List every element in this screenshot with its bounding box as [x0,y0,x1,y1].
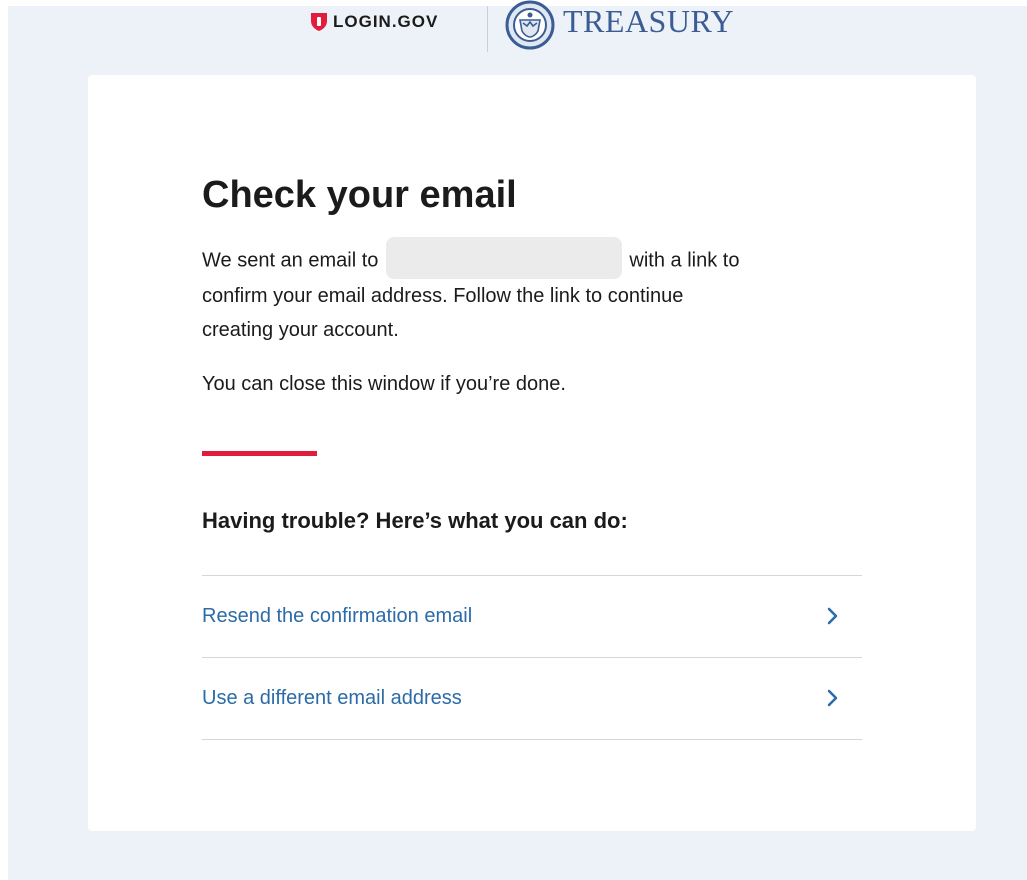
treasury-seal-icon [505,0,555,50]
accent-divider [202,451,317,456]
chevron-right-icon [826,688,840,708]
chevron-right-icon [826,606,840,626]
redacted-email [386,237,623,279]
intro-suffix: with a link to [629,249,740,272]
close-window-note: You can close this window if you’re done… [202,373,566,395]
intro-line-2: confirm your email address. Follow the l… [202,285,684,307]
different-email-link[interactable]: Use a different email address [202,658,862,740]
page-title: Check your email [202,174,517,216]
intro-line-3: creating your account. [202,319,399,341]
shield-icon [310,12,328,32]
intro-text: We sent an email to with a link to confir… [202,237,862,347]
treasury-wordmark: TREASURY [563,2,735,39]
option-label: Use a different email address [202,687,462,709]
header-divider [487,6,488,52]
site-header: LOGIN.GOV TREASURY [0,0,1027,60]
logingov-wordmark: LOGIN.GOV [333,12,439,31]
treasury-logo: TREASURY [505,0,735,52]
resend-confirmation-link[interactable]: Resend the confirmation email [202,576,862,658]
trouble-heading: Having trouble? Here’s what you can do: [202,508,628,533]
troubleshooting-options: Resend the confirmation email Use a diff… [202,575,862,740]
logingov-logo[interactable]: LOGIN.GOV [310,10,438,34]
intro-line-1: We sent an email to with a link to [202,237,862,279]
content-card: Check your email We sent an email to with… [88,75,976,831]
intro-prefix: We sent an email to [202,249,379,272]
option-label: Resend the confirmation email [202,605,473,627]
